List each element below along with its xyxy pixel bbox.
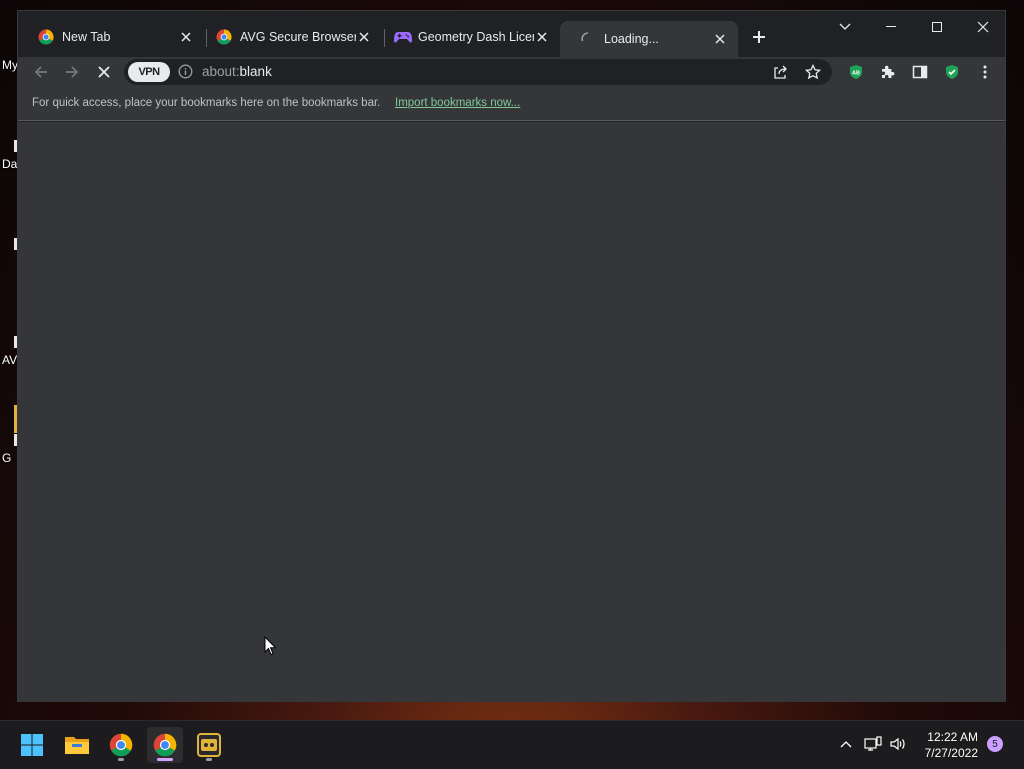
close-window-button[interactable] [960,11,1006,43]
loading-spinner-icon [580,31,596,47]
volume-icon[interactable] [887,733,909,755]
notification-badge[interactable]: 5 [987,736,1003,752]
mouse-cursor-icon [264,635,277,661]
clock-time: 12:22 AM [927,730,978,744]
url-text[interactable]: about:blank [202,64,272,79]
adblock-extension-icon[interactable]: AB [843,59,869,85]
tab-title: New Tab [62,30,111,44]
share-icon[interactable] [772,64,788,85]
vpn-button[interactable]: VPN [128,62,170,82]
bookmark-star-icon[interactable] [804,63,822,85]
desktop-icon-label[interactable]: G [2,451,11,465]
tab-avg-secure-browser[interactable]: AVG Secure Browser F [196,21,382,53]
avg-browser-icon [38,29,54,45]
clock-date: 7/27/2022 [924,746,978,760]
close-tab-icon[interactable] [712,31,728,47]
start-button[interactable] [14,727,50,763]
game-app-taskbar-icon[interactable] [191,727,227,763]
close-tab-icon[interactable] [534,29,550,45]
extensions-puzzle-icon[interactable] [875,59,901,85]
show-hidden-icons-chevron-icon[interactable] [835,733,857,755]
menu-kebab-icon[interactable] [972,59,998,85]
system-clock[interactable]: 12:22 AM 7/27/2022 [914,729,978,761]
close-tab-icon[interactable] [356,29,372,45]
minimize-button[interactable] [868,11,914,43]
side-panel-icon[interactable] [907,59,933,85]
gamepad-icon [394,29,412,45]
stop-loading-button[interactable] [91,59,117,85]
desktop-icon-label[interactable]: Da [2,157,17,171]
page-content[interactable] [18,122,1005,702]
avg-browser-taskbar-icon[interactable] [147,727,183,763]
back-button[interactable] [28,59,54,85]
taskbar: 12:22 AM 7/27/2022 5 [0,720,1024,769]
toolbar: VPN about:blank AB [18,57,1005,87]
close-tab-icon[interactable] [178,29,194,45]
svg-text:AB: AB [852,71,860,77]
tab-title: AVG Secure Browser F [240,30,356,44]
tab-search-dropdown-button[interactable] [822,11,868,43]
tab-title: Loading... [604,32,659,46]
new-tab-button[interactable] [747,25,771,49]
desktop-icon-label[interactable]: AV [2,353,17,367]
tab-geometry-dash[interactable]: Geometry Dash Licen [374,21,560,53]
address-bar[interactable]: VPN about:blank [124,59,832,85]
tab-strip: New Tab AVG Secure Browser F Geometry Da… [18,11,1005,57]
forward-button[interactable] [59,59,85,85]
tab-title: Geometry Dash Licen [418,30,534,44]
network-icon[interactable] [862,733,884,755]
security-shield-icon[interactable] [939,59,965,85]
avg-browser-icon [216,29,232,45]
browser-window: New Tab AVG Secure Browser F Geometry Da… [17,10,1006,702]
maximize-button[interactable] [914,11,960,43]
site-info-icon[interactable] [178,64,193,84]
tab-new-tab[interactable]: New Tab [18,21,204,53]
import-bookmarks-link[interactable]: Import bookmarks now... [395,97,520,109]
desktop-icon-label[interactable]: My [2,58,18,72]
chrome-taskbar-icon[interactable] [103,727,139,763]
bookmarks-bar: For quick access, place your bookmarks h… [18,87,1005,121]
tab-loading[interactable]: Loading... [560,21,738,57]
bookmarks-bar-message: For quick access, place your bookmarks h… [32,97,381,109]
file-explorer-icon[interactable] [59,727,95,763]
